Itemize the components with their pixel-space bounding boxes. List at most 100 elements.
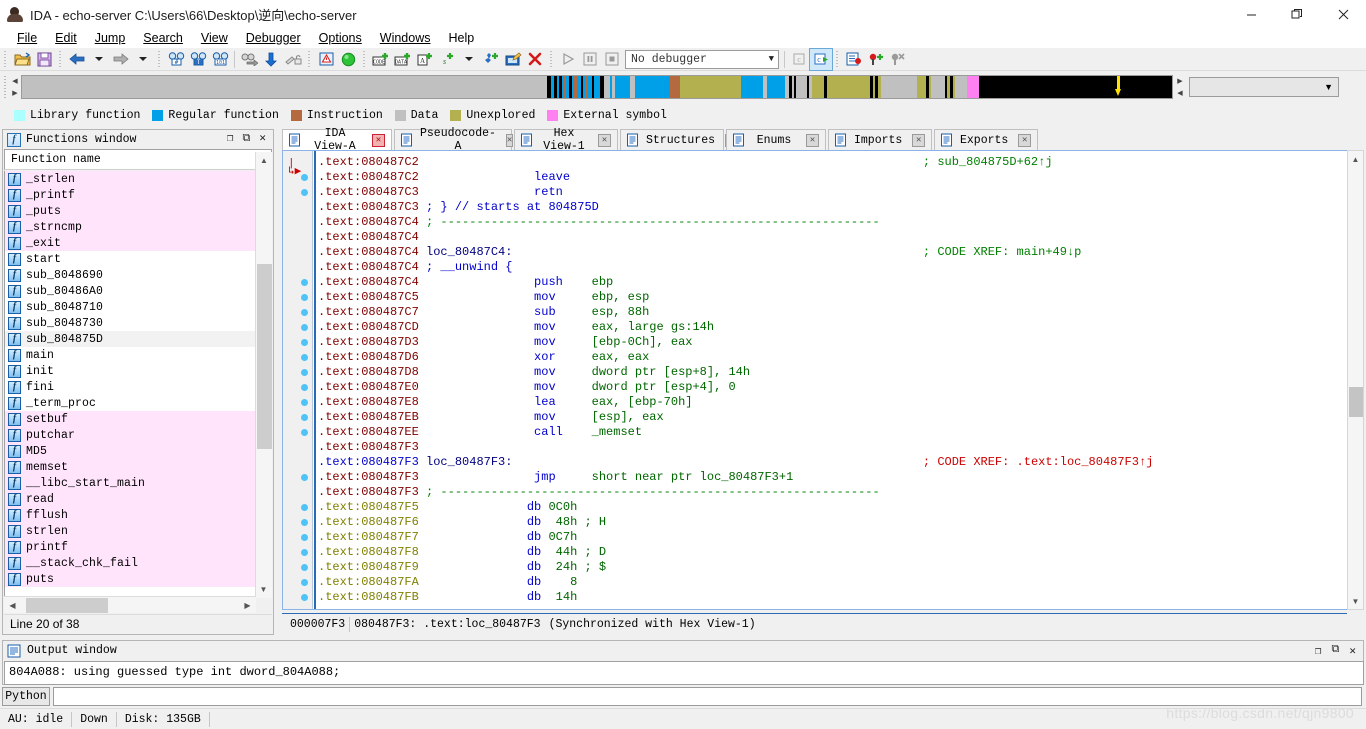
function-list-item[interactable]: f _exit <box>5 235 256 251</box>
function-list-item[interactable]: f _printf <box>5 187 256 203</box>
disassembly-line[interactable]: .text:080487F9 db 24h ; $ <box>318 560 1344 575</box>
disassembly-line[interactable]: .text:080487F3 ; -----------------------… <box>318 485 1344 500</box>
function-list-item[interactable]: f puts <box>5 571 256 587</box>
open-file-icon[interactable] <box>11 49 33 70</box>
breakpoint-dot-icon[interactable] <box>301 429 308 436</box>
python-command-input[interactable] <box>53 687 1362 706</box>
scroll-left-icon[interactable]: ◀ <box>4 597 21 614</box>
breakpoint-list-icon[interactable] <box>843 49 865 70</box>
unlock-icon[interactable] <box>282 49 304 70</box>
vscroll-thumb[interactable] <box>257 264 272 449</box>
tab-enums[interactable]: Enums ✕ <box>726 129 826 150</box>
scroll-up-icon[interactable]: ▲ <box>256 152 272 169</box>
tab-structures[interactable]: Structures✕ <box>620 129 733 150</box>
function-list-item[interactable]: f strlen <box>5 523 256 539</box>
back-arrow-icon[interactable] <box>66 49 88 70</box>
functions-window-close-icon[interactable]: ✕ <box>259 134 266 145</box>
function-list-item[interactable]: f MD5 <box>5 443 256 459</box>
menu-view[interactable]: View <box>192 29 237 47</box>
make-ascii-icon[interactable]: A <box>414 49 436 70</box>
close-button[interactable] <box>1320 0 1366 28</box>
navband-zoom-controls[interactable]: ◀ ▶ <box>9 74 21 100</box>
breakpoint-dot-icon[interactable] <box>301 384 308 391</box>
breakpoint-dot-icon[interactable] <box>301 339 308 346</box>
disassembly-line[interactable]: .text:080487F5 db 0C0h <box>318 500 1344 515</box>
disassembly-view[interactable]: | ↳▶ .text:080487C2 ; sub_804875D+62↑j .te… <box>282 150 1364 610</box>
toolbar-grip-6[interactable] <box>549 49 555 69</box>
forward-dropdown-icon[interactable] <box>132 49 154 70</box>
function-list-item[interactable]: f main <box>5 347 256 363</box>
function-list-vscrollbar[interactable]: ▲ ▼ <box>255 152 272 598</box>
disassembly-line[interactable]: .text:080487D6 xor eax, eax <box>318 350 1344 365</box>
disassembly-line[interactable]: .text:080487F8 db 44h ; D <box>318 545 1344 560</box>
function-list-item[interactable]: f sub_8048710 <box>5 299 256 315</box>
menu-jump[interactable]: Jump <box>86 29 135 47</box>
function-list-item[interactable]: f fflush <box>5 507 256 523</box>
tab-close-icon[interactable]: ✕ <box>912 133 925 147</box>
make-array-icon[interactable] <box>480 49 502 70</box>
disassembly-line[interactable]: .text:080487C2 leave <box>318 170 1344 185</box>
stop-icon[interactable] <box>601 49 623 70</box>
toolbar-grip-3[interactable] <box>157 49 163 69</box>
tab-hex-view-1[interactable]: Hex View-1 ✕ <box>514 127 618 153</box>
function-list[interactable]: f _strlen f _printf f _puts f _strncmp f _exit f st… <box>4 171 256 598</box>
pause-icon[interactable] <box>579 49 601 70</box>
breakpoint-dot-icon[interactable] <box>301 549 308 556</box>
tab-ida-view-a[interactable]: IDA View-A ✕ <box>282 127 392 153</box>
make-code-icon[interactable]: CODE <box>370 49 392 70</box>
breakpoint-dot-icon[interactable] <box>301 309 308 316</box>
function-list-item[interactable]: f read <box>5 491 256 507</box>
function-name-column-header[interactable]: Function name <box>4 149 272 170</box>
back-dropdown-icon[interactable] <box>88 49 110 70</box>
function-list-hscrollbar[interactable]: ◀ ▶ <box>4 596 256 613</box>
scroll-down-icon[interactable]: ▼ <box>256 581 271 598</box>
toolbar-grip-5[interactable] <box>362 49 368 69</box>
search-hash-icon[interactable]: # <box>165 49 187 70</box>
breakpoint-dot-icon[interactable] <box>301 294 308 301</box>
menu-edit[interactable]: Edit <box>46 29 86 47</box>
disassembly-line[interactable]: .text:080487EE call _memset <box>318 425 1344 440</box>
tab-exports[interactable]: Exports ✕ <box>934 129 1038 150</box>
function-list-item[interactable]: f start <box>5 251 256 267</box>
function-list-item[interactable]: f sub_80486A0 <box>5 283 256 299</box>
toolbar-grip-4[interactable] <box>307 49 313 69</box>
scroll-up-icon[interactable]: ▲ <box>1348 151 1363 167</box>
menu-search[interactable]: Search <box>134 29 192 47</box>
tab-close-icon[interactable]: ✕ <box>372 133 385 147</box>
step-into-c-icon[interactable]: c <box>788 49 810 70</box>
tab-imports[interactable]: Imports ✕ <box>828 129 932 150</box>
output-window-body[interactable]: 804A088: using guessed type int dword_80… <box>4 661 1364 685</box>
breakpoint-dot-icon[interactable] <box>301 354 308 361</box>
disassembly-line[interactable]: .text:080487C3 retn <box>318 185 1344 200</box>
function-list-item[interactable]: f sub_8048730 <box>5 315 256 331</box>
tab-close-icon[interactable]: ✕ <box>1018 133 1031 147</box>
edit-function-icon[interactable] <box>502 49 524 70</box>
disassembly-line[interactable]: .text:080487C5 mov ebp, esp <box>318 290 1344 305</box>
breakpoint-dot-icon[interactable] <box>301 474 308 481</box>
function-list-item[interactable]: f __libc_start_main <box>5 475 256 491</box>
breakpoint-dot-icon[interactable] <box>301 414 308 421</box>
disassembly-line[interactable]: .text:080487C4 ; __unwind { <box>318 260 1344 275</box>
breakpoint-dot-icon[interactable] <box>301 534 308 541</box>
function-list-item[interactable]: f setbuf <box>5 411 256 427</box>
disassembly-line[interactable]: .text:080487C2 ; sub_804875D+62↑j <box>318 155 1344 170</box>
disassembly-line[interactable]: .text:080487E8 lea eax, [ebp-70h] <box>318 395 1344 410</box>
disassembly-line[interactable]: .text:080487E0 mov dword ptr [esp+4], 0 <box>318 380 1344 395</box>
jump-xref-icon[interactable] <box>238 49 260 70</box>
vscroll-thumb[interactable] <box>1349 387 1363 417</box>
disassembly-line[interactable]: .text:080487F7 db 0C7h <box>318 530 1344 545</box>
navband-scroll-controls[interactable]: ▶ ◀ <box>1173 74 1187 100</box>
delete-breakpoint-icon[interactable] <box>887 49 909 70</box>
navband-combo[interactable]: ▼ <box>1189 77 1339 97</box>
step-over-c-icon[interactable]: c <box>809 47 833 71</box>
functions-window-maximize-icon[interactable]: ⧉ <box>243 134 251 145</box>
toolbar-grip-2[interactable] <box>58 49 64 69</box>
toolbar-grip-1[interactable] <box>3 49 9 69</box>
disassembly-code[interactable]: .text:080487C2 ; sub_804875D+62↑j .text:0… <box>314 151 1344 609</box>
function-list-item[interactable]: f memset <box>5 459 256 475</box>
function-list-item[interactable]: f _puts <box>5 203 256 219</box>
output-window-close-icon[interactable]: ✕ <box>1349 644 1356 658</box>
output-window-restore-icon[interactable]: ❐ <box>1315 644 1322 658</box>
functions-window-restore-icon[interactable]: ❐ <box>227 134 234 145</box>
menu-file[interactable]: File <box>8 29 46 47</box>
